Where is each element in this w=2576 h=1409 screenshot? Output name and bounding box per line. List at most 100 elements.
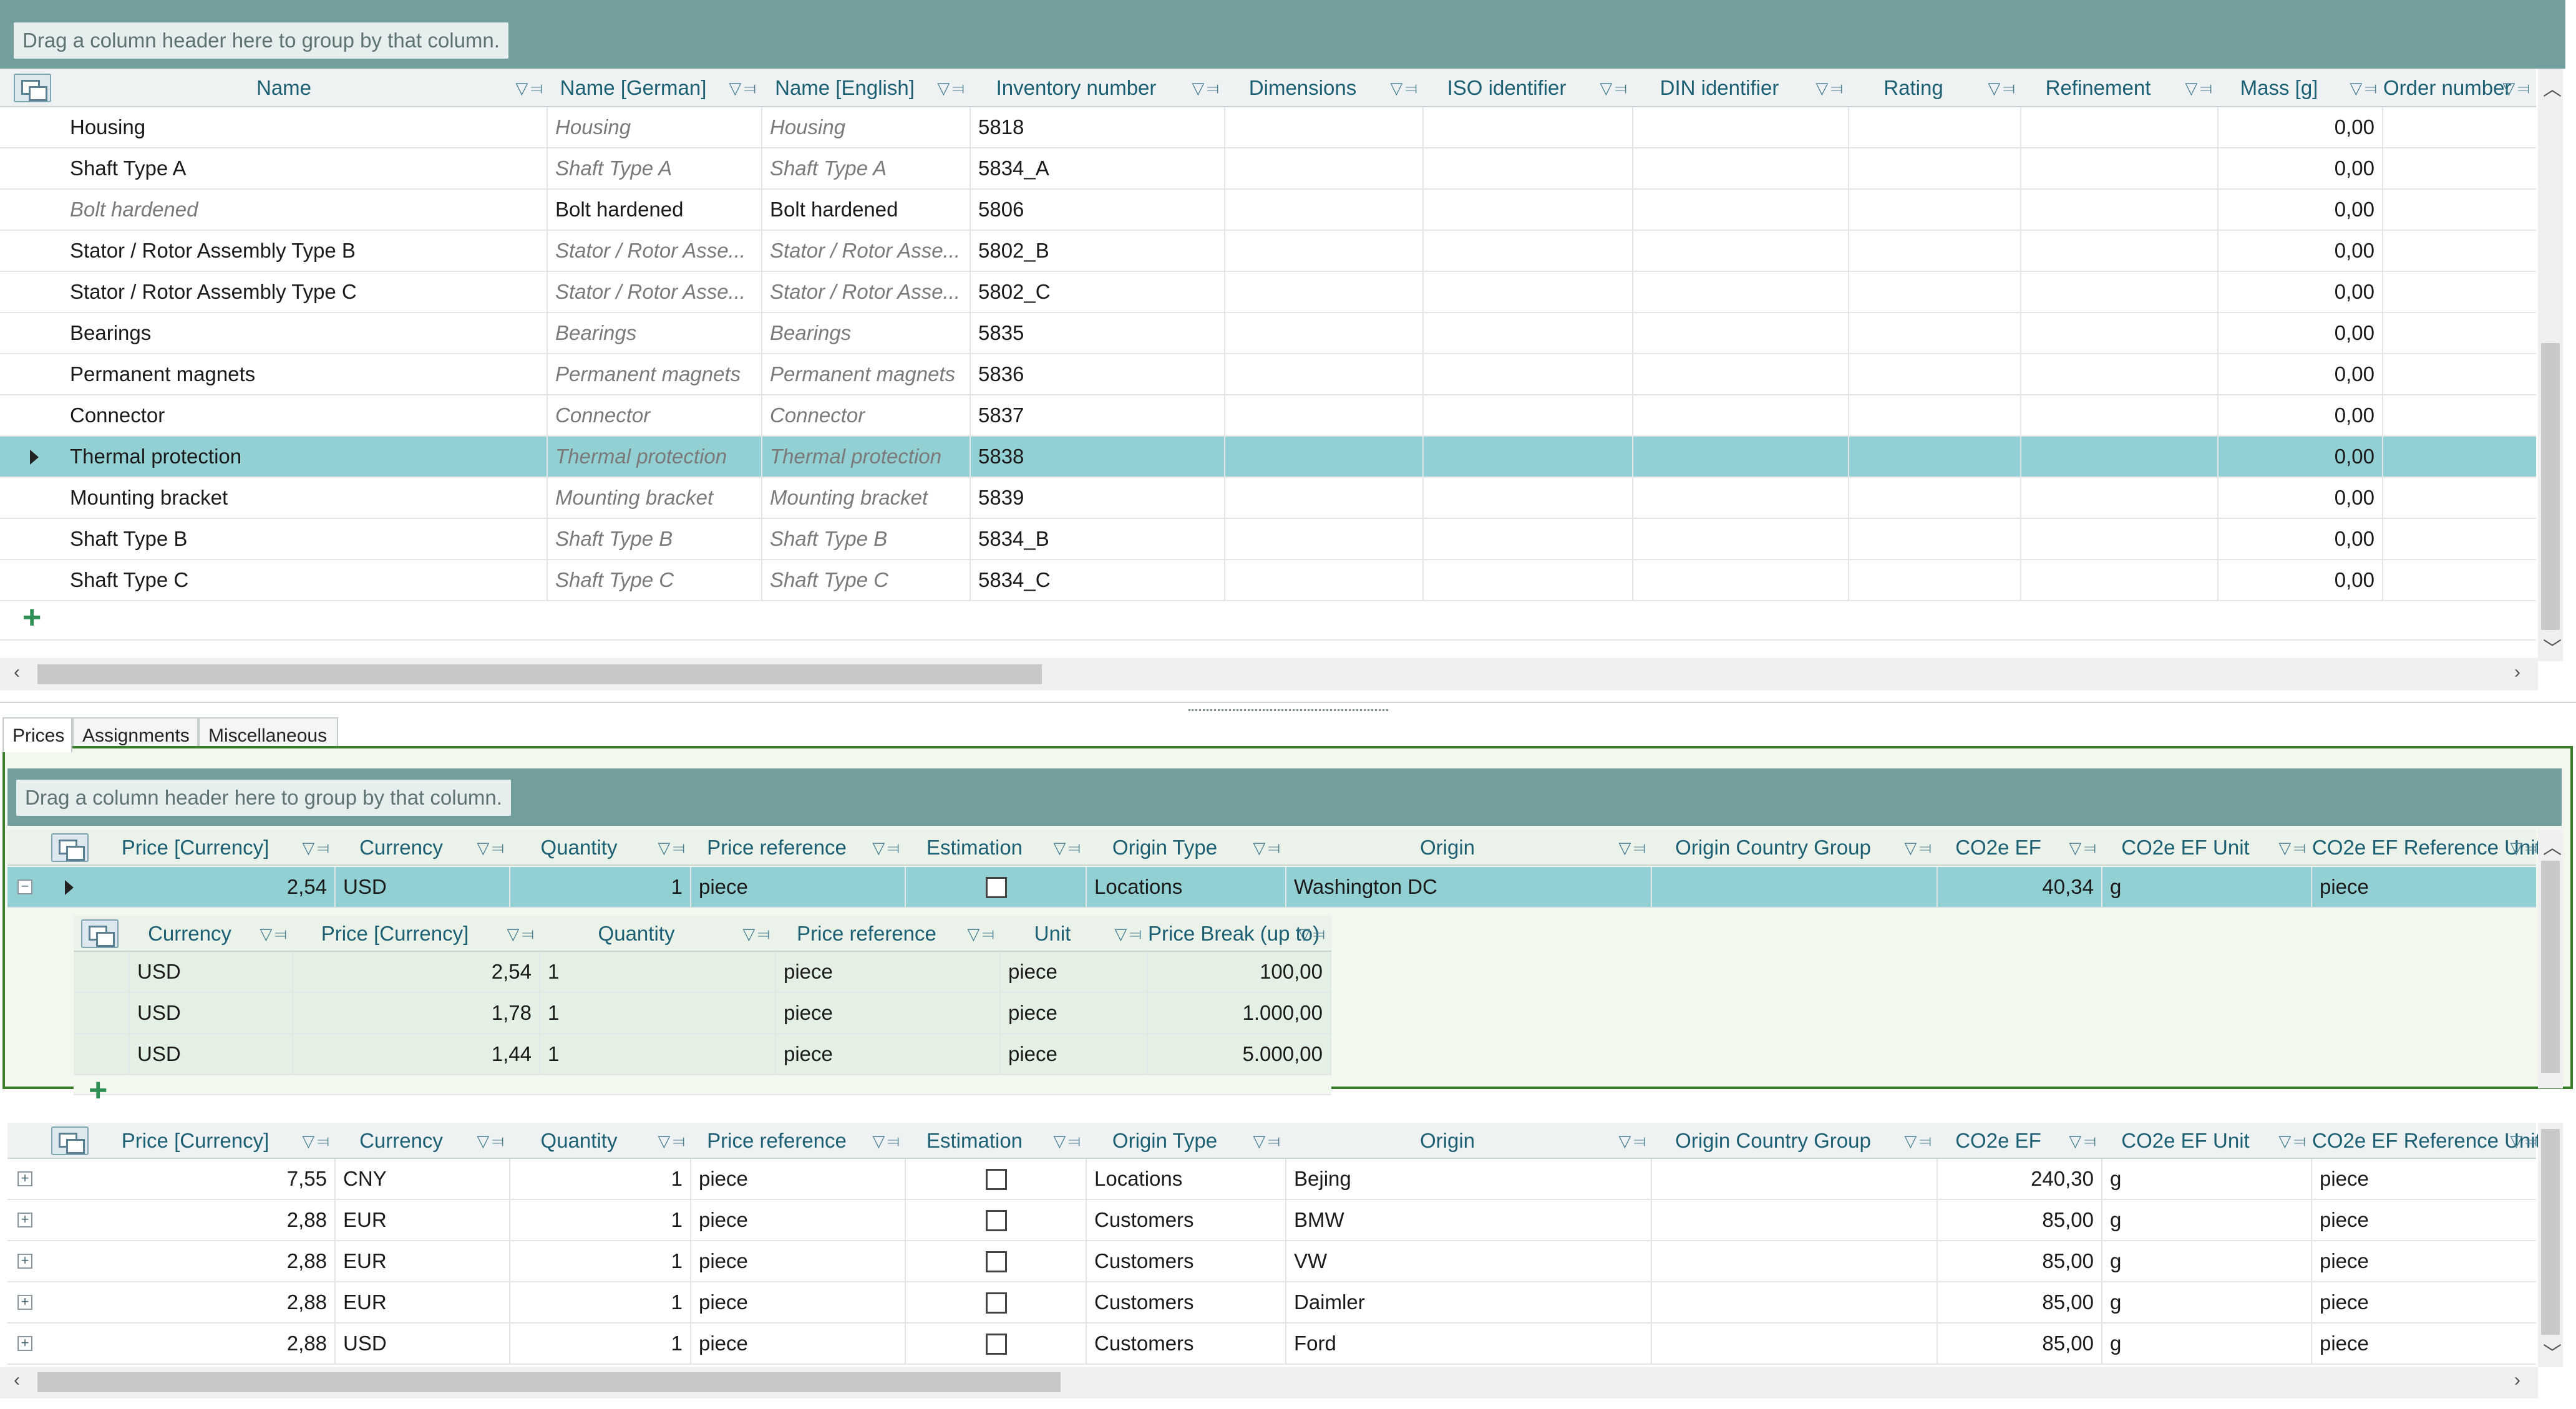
filter-pin-icon[interactable]: ▽⫤ bbox=[2278, 1123, 2308, 1158]
filter-pin-icon[interactable]: ▽⫤ bbox=[2185, 69, 2215, 106]
filter-pin-icon[interactable]: ▽⫤ bbox=[2069, 1123, 2099, 1158]
column-header-price-4[interactable]: Estimation ▽⫤ bbox=[906, 830, 1087, 864]
filter-pin-icon[interactable]: ▽⫤ bbox=[1618, 1123, 1648, 1158]
break-column-chooser-icon[interactable] bbox=[81, 919, 119, 948]
filter-pin-icon[interactable]: ▽⫤ bbox=[1053, 1123, 1083, 1158]
filter-pin-icon[interactable]: ▽⫤ bbox=[2278, 830, 2308, 864]
estimation-checkbox[interactable] bbox=[986, 1292, 1007, 1314]
estimation-checkbox[interactable] bbox=[986, 1210, 1007, 1231]
column-header-price-1[interactable]: Currency ▽⫤ bbox=[336, 830, 510, 864]
column-header-top-9[interactable]: Mass [g] ▽⫤ bbox=[2219, 69, 2383, 106]
filter-pin-icon[interactable]: ▽⫤ bbox=[1904, 830, 1934, 864]
filter-pin-icon[interactable]: ▽⫤ bbox=[1390, 69, 1420, 106]
filter-pin-icon[interactable]: ▽⫤ bbox=[872, 830, 902, 864]
scroll-down-icon[interactable]: ﹀ bbox=[2543, 633, 2562, 661]
filter-pin-icon[interactable]: ▽⫤ bbox=[2502, 69, 2532, 106]
estimation-checkbox[interactable] bbox=[986, 1169, 1007, 1190]
column-header-break-4[interactable]: Unit ▽⫤ bbox=[1001, 916, 1148, 951]
cell-estimation[interactable] bbox=[906, 867, 1087, 907]
expand-icon[interactable]: + bbox=[17, 1295, 32, 1310]
column-header-price-2[interactable]: Quantity ▽⫤ bbox=[510, 830, 691, 864]
table-row[interactable]: Permanent magnets Permanent magnets Perman… bbox=[0, 354, 2536, 395]
prices-list-column-chooser-icon[interactable] bbox=[51, 1126, 89, 1155]
cell-estimation[interactable] bbox=[906, 1324, 1087, 1363]
price-row[interactable]: +2,88 EUR 1 piece Customers BMW 85,00 g piece bbox=[7, 1200, 2536, 1241]
column-header-plist-8[interactable]: CO2e EF ▽⫤ bbox=[1938, 1123, 2102, 1158]
filter-pin-icon[interactable]: ▽⫤ bbox=[1600, 69, 1630, 106]
column-header-price-7[interactable]: Origin Country Group ▽⫤ bbox=[1652, 830, 1938, 864]
column-header-price-8[interactable]: CO2e EF ▽⫤ bbox=[1938, 830, 2102, 864]
filter-pin-icon[interactable]: ▽⫤ bbox=[1815, 69, 1845, 106]
top-horizontal-scrollbar[interactable]: ‹ › bbox=[0, 658, 2538, 690]
filter-pin-icon[interactable]: ▽⫤ bbox=[2510, 830, 2540, 864]
filter-pin-icon[interactable]: ▽⫤ bbox=[477, 1123, 507, 1158]
price-break-row[interactable]: USD 1,44 1 piece piece 5.000,00 bbox=[74, 1034, 1331, 1075]
column-header-price-0[interactable]: Price [Currency] ▽⫤ bbox=[99, 830, 336, 864]
column-header-top-2[interactable]: Name [English] ▽⫤ bbox=[762, 69, 971, 106]
estimation-checkbox[interactable] bbox=[986, 1251, 1007, 1272]
filter-pin-icon[interactable]: ▽⫤ bbox=[742, 916, 772, 951]
expand-icon[interactable]: + bbox=[17, 1254, 32, 1269]
price-row[interactable]: +2,88 EUR 1 piece Customers Daimler 85,00 g piec… bbox=[7, 1282, 2536, 1324]
scroll-up-icon[interactable]: ︿ bbox=[2543, 74, 2562, 101]
filter-pin-icon[interactable]: ▽⫤ bbox=[1192, 69, 1222, 106]
column-header-top-5[interactable]: ISO identifier ▽⫤ bbox=[1424, 69, 1633, 106]
prices-list-horizontal-scroll-thumb[interactable] bbox=[37, 1372, 1061, 1392]
column-header-plist-3[interactable]: Price reference ▽⫤ bbox=[691, 1123, 906, 1158]
filter-pin-icon[interactable]: ▽⫤ bbox=[515, 69, 545, 106]
prices-list-scroll-left-icon[interactable]: ‹ bbox=[14, 1370, 20, 1391]
scroll-left-icon[interactable]: ‹ bbox=[14, 662, 20, 683]
column-header-break-0[interactable]: Currency ▽⫤ bbox=[130, 916, 293, 951]
estimation-checkbox[interactable] bbox=[986, 877, 1007, 898]
top-horizontal-scroll-thumb[interactable] bbox=[37, 664, 1042, 684]
column-header-top-3[interactable]: Inventory number ▽⫤ bbox=[971, 69, 1225, 106]
filter-pin-icon[interactable]: ▽⫤ bbox=[937, 69, 967, 106]
column-header-top-7[interactable]: Rating ▽⫤ bbox=[1849, 69, 2021, 106]
filter-pin-icon[interactable]: ▽⫤ bbox=[1253, 830, 1283, 864]
column-header-top-0[interactable]: Name ▽⫤ bbox=[62, 69, 549, 106]
filter-pin-icon[interactable]: ▽⫤ bbox=[1618, 830, 1648, 864]
expand-icon[interactable]: + bbox=[17, 1171, 32, 1186]
filter-pin-icon[interactable]: ▽⫤ bbox=[1904, 1123, 1934, 1158]
filter-pin-icon[interactable]: ▽⫤ bbox=[1298, 916, 1328, 951]
column-header-top-1[interactable]: Name [German] ▽⫤ bbox=[548, 69, 762, 106]
table-row[interactable]: Stator / Rotor Assembly Type C Stator / R… bbox=[0, 272, 2536, 313]
cell-estimation[interactable] bbox=[906, 1241, 1087, 1281]
column-chooser-icon[interactable] bbox=[14, 74, 51, 102]
cell-estimation[interactable] bbox=[906, 1159, 1087, 1199]
filter-pin-icon[interactable]: ▽⫤ bbox=[1988, 69, 2018, 106]
column-header-plist-10[interactable]: CO2e EF Reference Unit ▽⫤ bbox=[2312, 1123, 2544, 1158]
column-header-plist-1[interactable]: Currency ▽⫤ bbox=[336, 1123, 510, 1158]
column-header-plist-0[interactable]: Price [Currency] ▽⫤ bbox=[99, 1123, 336, 1158]
column-header-break-3[interactable]: Price reference ▽⫤ bbox=[776, 916, 1001, 951]
filter-pin-icon[interactable]: ▽⫤ bbox=[729, 69, 759, 106]
table-row[interactable]: Connector Connector Connector 5837 0,00 bbox=[0, 395, 2536, 437]
column-header-top-10[interactable]: Order number ▽⫤ bbox=[2383, 69, 2536, 106]
column-header-top-6[interactable]: DIN identifier ▽⫤ bbox=[1633, 69, 1849, 106]
prices-list-scroll-right-icon[interactable]: › bbox=[2514, 1370, 2520, 1391]
price-row[interactable]: +2,88 USD 1 piece Customers Ford 85,00 g piece bbox=[7, 1324, 2536, 1365]
price-vertical-scroll-thumb[interactable] bbox=[2541, 861, 2560, 1073]
price-row[interactable]: +7,55 CNY 1 piece Locations Bejing 240,30 g piec… bbox=[7, 1159, 2536, 1200]
column-header-break-1[interactable]: Price [Currency] ▽⫤ bbox=[293, 916, 540, 951]
price-break-row[interactable]: USD 1,78 1 piece piece 1.000,00 bbox=[74, 993, 1331, 1034]
column-header-plist-7[interactable]: Origin Country Group ▽⫤ bbox=[1652, 1123, 1938, 1158]
column-header-price-6[interactable]: Origin ▽⫤ bbox=[1286, 830, 1652, 864]
cell-estimation[interactable] bbox=[906, 1282, 1087, 1322]
add-break-icon[interactable]: + bbox=[89, 1072, 107, 1109]
table-row[interactable]: Mounting bracket Mounting bracket Mounting… bbox=[0, 478, 2536, 519]
filter-pin-icon[interactable]: ▽⫤ bbox=[1114, 916, 1144, 951]
filter-pin-icon[interactable]: ▽⫤ bbox=[302, 830, 332, 864]
column-header-price-9[interactable]: CO2e EF Unit ▽⫤ bbox=[2102, 830, 2312, 864]
expanded-price-row[interactable]: − 2,54 USD 1 piece Locations Washington DC 40,… bbox=[7, 867, 2536, 908]
filter-pin-icon[interactable]: ▽⫤ bbox=[872, 1123, 902, 1158]
filter-pin-icon[interactable]: ▽⫤ bbox=[658, 1123, 688, 1158]
filter-pin-icon[interactable]: ▽⫤ bbox=[477, 830, 507, 864]
price-break-new-row[interactable] bbox=[74, 1075, 1331, 1095]
price-column-chooser-icon[interactable] bbox=[51, 833, 89, 862]
prices-list-horizontal-scrollbar[interactable]: ‹ › bbox=[0, 1367, 2538, 1398]
table-row[interactable]: Bearings Bearings Bearings 5835 0,00 bbox=[0, 313, 2536, 354]
table-row[interactable]: Bolt hardened Bolt hardened Bolt hardened 5… bbox=[0, 190, 2536, 231]
column-header-plist-5[interactable]: Origin Type ▽⫤ bbox=[1087, 1123, 1286, 1158]
table-row[interactable]: Shaft Type C Shaft Type C Shaft Type C 5834… bbox=[0, 560, 2536, 601]
